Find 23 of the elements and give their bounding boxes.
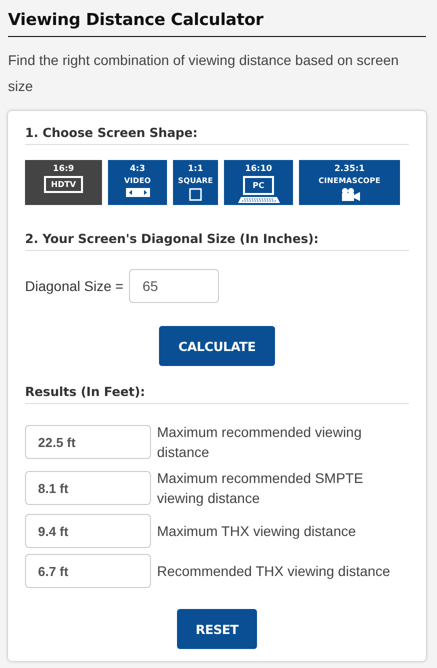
result-field[interactable]: 6.7 ft	[25, 554, 151, 588]
result-description: Maximum THX viewing distance	[157, 522, 356, 541]
square-icon	[189, 188, 202, 201]
diagonal-size-input[interactable]: 65	[129, 269, 220, 303]
keyboard-icon	[238, 197, 280, 203]
section-heading: Results (In Feet):	[25, 384, 409, 404]
cassette-icon	[126, 188, 150, 197]
section-heading: 2. Your Screen's Diagonal Size (In Inches):	[25, 231, 409, 251]
page-title: Viewing Distance Calculator	[8, 10, 426, 37]
movie-camera-icon	[340, 188, 360, 201]
result-description: Maximum recommended viewing distance	[157, 423, 363, 462]
result-description: Recommended THX viewing distance	[157, 562, 390, 581]
result-field[interactable]: 9.4 ft	[25, 514, 151, 548]
result-field[interactable]: 22.5 ft	[25, 425, 151, 459]
screen-shape-button[interactable]: 16:9 HDTV	[25, 160, 102, 205]
reset-button[interactable]: RESET	[177, 609, 257, 649]
field-label: Diagonal Size =	[25, 278, 124, 294]
section-heading: 1. Choose Screen Shape:	[25, 125, 409, 145]
calculate-button[interactable]: CALCULATE	[159, 326, 275, 366]
screen-shape-button[interactable]: 16:10 PC	[224, 160, 293, 205]
result-description: Maximum recommended SMPTE viewing distance	[157, 469, 364, 508]
result-field[interactable]: 8.1 ft	[25, 471, 151, 505]
description: Find the right combination of viewing distance based on screen size	[8, 51, 400, 96]
